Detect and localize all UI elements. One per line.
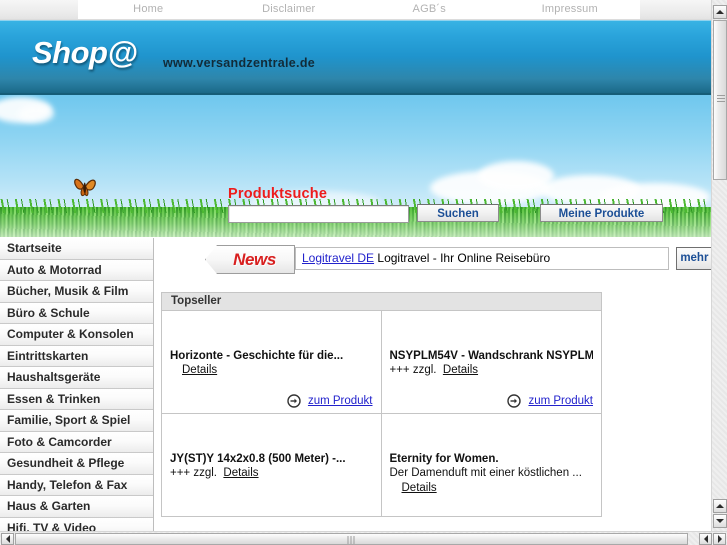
- arrow-right-circle-icon: [287, 394, 301, 408]
- sidebar-item-handy-telefon-fax[interactable]: Handy, Telefon & Fax: [0, 474, 153, 496]
- scroll-up-button[interactable]: [713, 5, 727, 19]
- topseller-title: Topseller: [162, 293, 601, 311]
- nav-item-impressum[interactable]: Impressum: [500, 0, 641, 19]
- sidebar-item-computer-konsolen[interactable]: Computer & Konsolen: [0, 324, 153, 346]
- horizontal-scrollbar-thumb[interactable]: [15, 533, 688, 545]
- product-price-note: +++ zzgl.: [170, 467, 217, 479]
- sidebar-item-familie-sport-spiel[interactable]: Familie, Sport & Spiel: [0, 410, 153, 432]
- arrow-right-circle-icon: [507, 394, 522, 408]
- vertical-scrollbar-thumb[interactable]: [713, 20, 727, 180]
- product-title: NSYPLM54V - Wandschrank NSYPLM...: [389, 350, 594, 362]
- nav-item-agbs[interactable]: AGB´s: [359, 0, 500, 19]
- main-content: News Logitravel DE Logitravel - Ihr Onli…: [155, 238, 711, 531]
- zum-produkt-group[interactable]: zum Produkt: [507, 394, 593, 408]
- scroll-left-button-right[interactable]: [699, 533, 712, 545]
- nav-item-home[interactable]: Home: [78, 0, 219, 19]
- sidebar-item-startseite[interactable]: Startseite: [0, 238, 153, 260]
- sidebar-item-haushaltsgeraete[interactable]: Haushaltsgeräte: [0, 367, 153, 389]
- product-meta: +++ zzgl. Details: [390, 363, 594, 378]
- browser-viewport: Home Disclaimer AGB´s Impressum Shop@ ww…: [0, 0, 711, 531]
- scroll-right-button[interactable]: [713, 533, 726, 545]
- news-text: Logitravel - Ihr Online Reisebüro: [377, 251, 551, 265]
- topseller-panel: Topseller Horizonte - Geschichte für die…: [161, 292, 602, 517]
- product-search-heading: Produktsuche: [228, 186, 328, 202]
- sidebar-item-essen-trinken[interactable]: Essen & Trinken: [0, 388, 153, 410]
- product-meta: Details: [170, 363, 373, 378]
- site-logo[interactable]: Shop@: [32, 35, 138, 71]
- my-products-button[interactable]: Meine Produkte: [540, 204, 663, 222]
- vertical-scrollbar[interactable]: [711, 0, 727, 531]
- sidebar-item-haus-garten[interactable]: Haus & Garten: [0, 496, 153, 518]
- scroll-left-button[interactable]: [1, 533, 14, 545]
- news-link[interactable]: Logitravel DE: [302, 251, 374, 265]
- scrollbar-grip-icon: [717, 93, 725, 102]
- product-row: Horizonte - Geschichte für die... Detail…: [162, 311, 601, 414]
- sidebar-item-gesundheit-pflege[interactable]: Gesundheit & Pflege: [0, 453, 153, 475]
- product-meta: +++ zzgl. Details: [170, 466, 373, 481]
- sidebar-item-foto-camcorder[interactable]: Foto & Camcorder: [0, 431, 153, 453]
- chevron-left-icon: [703, 535, 708, 543]
- product-card[interactable]: NSYPLM54V - Wandschrank NSYPLM... +++ zz…: [382, 311, 602, 413]
- chevron-down-icon: [716, 519, 724, 523]
- details-link[interactable]: Details: [443, 364, 478, 376]
- chevron-up-icon: [716, 504, 724, 508]
- scrollbar-grip-icon: [347, 536, 356, 544]
- vertical-scroll-buttons[interactable]: [713, 499, 727, 529]
- product-subtitle: Der Damenduft mit einer köstlichen ...: [389, 467, 582, 479]
- category-sidebar: Startseite Auto & Motorrad Bücher, Musik…: [0, 238, 154, 531]
- product-price-note: +++ zzgl.: [389, 364, 437, 376]
- more-news-button[interactable]: mehr News: [676, 247, 711, 270]
- details-link[interactable]: Details: [402, 482, 437, 494]
- scroll-up-button-bottom[interactable]: [713, 499, 727, 513]
- cloud-shape: [18, 105, 54, 123]
- product-card[interactable]: Eternity for Women. Der Damenduft mit ei…: [382, 414, 602, 516]
- scroll-down-button[interactable]: [713, 514, 727, 528]
- zum-produkt-link[interactable]: zum Produkt: [528, 395, 593, 407]
- chevron-left-icon: [5, 535, 10, 543]
- site-url-text: www.versandzentrale.de: [163, 56, 316, 70]
- product-title: JY(ST)Y 14x2x0.8 (500 Meter) -...: [170, 453, 346, 465]
- butterfly-icon: [74, 178, 96, 197]
- top-navigation-strip: Home Disclaimer AGB´s Impressum: [78, 0, 640, 19]
- details-link[interactable]: Details: [223, 467, 258, 479]
- details-link[interactable]: Details: [182, 364, 217, 376]
- chevron-right-icon: [717, 535, 722, 543]
- chevron-up-icon: [716, 10, 724, 14]
- nav-item-disclaimer[interactable]: Disclaimer: [219, 0, 360, 19]
- search-input[interactable]: [228, 205, 409, 223]
- product-title: Eternity for Women.: [389, 453, 499, 465]
- sidebar-item-auto-motorrad[interactable]: Auto & Motorrad: [0, 259, 153, 281]
- product-card[interactable]: Horizonte - Geschichte für die... Detail…: [162, 311, 382, 413]
- news-badge: News: [205, 245, 295, 274]
- sidebar-item-buero-schule[interactable]: Büro & Schule: [0, 302, 153, 324]
- product-row: JY(ST)Y 14x2x0.8 (500 Meter) -... +++ zz…: [162, 414, 601, 517]
- news-bar: News Logitravel DE Logitravel - Ihr Onli…: [155, 243, 711, 275]
- product-title: Horizonte - Geschichte für die...: [170, 350, 344, 362]
- horizontal-scrollbar[interactable]: [0, 531, 727, 545]
- sidebar-item-buecher-musik-film[interactable]: Bücher, Musik & Film: [0, 281, 153, 303]
- sidebar-item-hifi-tv-video[interactable]: Hifi, TV & Video: [0, 517, 153, 531]
- top-navigation-bar: Home Disclaimer AGB´s Impressum: [0, 0, 711, 20]
- site-header-banner: Shop@ www.versandzentrale.de: [0, 20, 711, 95]
- zum-produkt-link[interactable]: zum Produkt: [308, 395, 373, 407]
- zum-produkt-group[interactable]: zum Produkt: [287, 394, 373, 408]
- product-card[interactable]: JY(ST)Y 14x2x0.8 (500 Meter) -... +++ zz…: [162, 414, 382, 516]
- product-meta: Details: [390, 481, 594, 496]
- news-text-container: Logitravel DE Logitravel - Ihr Online Re…: [295, 247, 669, 270]
- sidebar-item-eintrittskarten[interactable]: Eintrittskarten: [0, 345, 153, 367]
- news-badge-label: News: [233, 249, 276, 269]
- search-submit-button[interactable]: Suchen: [417, 204, 499, 222]
